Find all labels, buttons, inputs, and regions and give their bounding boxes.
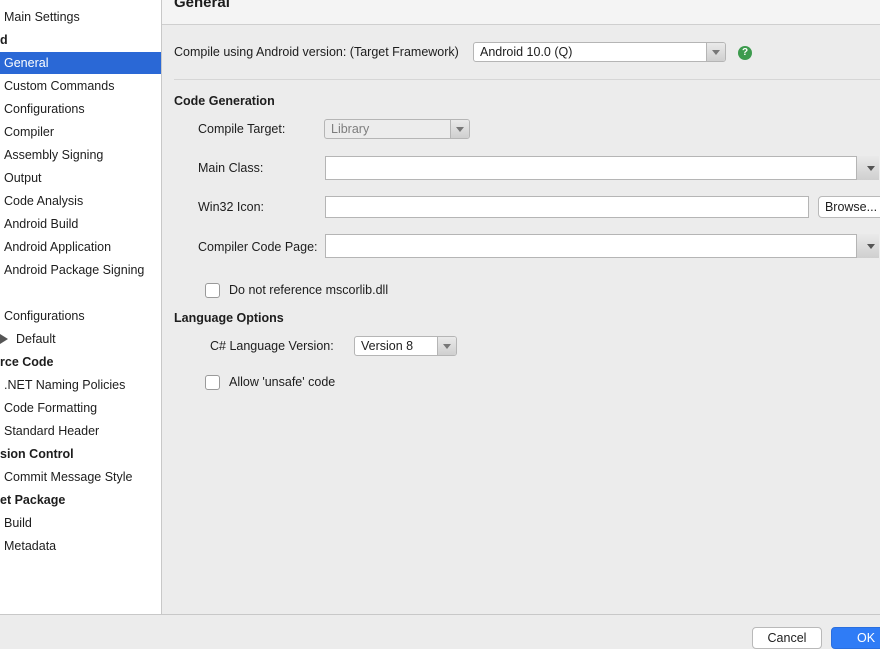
sidebar-item-label: Default bbox=[16, 332, 56, 346]
allow-unsafe-checkbox[interactable] bbox=[205, 375, 220, 390]
chevron-down-icon[interactable] bbox=[856, 156, 879, 180]
sidebar-item-compiler[interactable]: Compiler bbox=[0, 121, 161, 143]
sidebar-item-assembly-signing[interactable]: Assembly Signing bbox=[0, 144, 161, 166]
sidebar-item-label: Assembly Signing bbox=[4, 148, 104, 162]
divider bbox=[174, 79, 880, 80]
sidebar-header-source-code[interactable]: rce Code bbox=[0, 351, 161, 373]
sidebar-header-label: sion Control bbox=[0, 447, 74, 461]
no-mscorlib-checkbox[interactable] bbox=[205, 283, 220, 298]
sidebar-item-label: Standard Header bbox=[4, 424, 100, 438]
sidebar-item-label: Code Analysis bbox=[4, 194, 84, 208]
help-icon[interactable]: ? bbox=[738, 46, 752, 60]
sidebar-item-configurations[interactable]: Configurations bbox=[0, 98, 161, 120]
compile-target-label: Compile Target: bbox=[198, 122, 286, 136]
sidebar-item-build[interactable]: Build bbox=[0, 512, 161, 534]
compiler-code-page-combo[interactable] bbox=[325, 234, 879, 258]
chevron-down-icon[interactable] bbox=[856, 234, 879, 258]
sidebar-item-label: Metadata bbox=[4, 539, 57, 553]
csharp-version-value: Version 8 bbox=[361, 339, 414, 353]
sidebar-item-label: Android Package Signing bbox=[4, 263, 145, 277]
sidebar-item-label: Custom Commands bbox=[4, 79, 115, 93]
sidebar-item-label: Android Build bbox=[4, 217, 79, 231]
sidebar-item-main-settings[interactable]: Main Settings bbox=[0, 6, 161, 28]
win32-icon-input[interactable] bbox=[325, 196, 809, 218]
sidebar-item-default[interactable]: Default bbox=[0, 328, 161, 350]
sidebar-item-run-configurations[interactable]: Configurations bbox=[0, 305, 161, 327]
win32-icon-label: Win32 Icon: bbox=[198, 200, 265, 214]
chevron-down-icon[interactable] bbox=[437, 337, 456, 355]
sidebar-item-android-build[interactable]: Android Build bbox=[0, 213, 161, 235]
target-framework-value: Android 10.0 (Q) bbox=[480, 45, 573, 59]
target-framework-select[interactable]: Android 10.0 (Q) bbox=[473, 42, 726, 62]
sidebar-item-label: Output bbox=[4, 171, 42, 185]
sidebar-item-label: Code Formatting bbox=[4, 401, 98, 415]
sidebar-header-label: et Package bbox=[0, 493, 66, 507]
csharp-version-select[interactable]: Version 8 bbox=[354, 336, 457, 356]
sidebar-item-custom-commands[interactable]: Custom Commands bbox=[0, 75, 161, 97]
sidebar-item-code-analysis[interactable]: Code Analysis bbox=[0, 190, 161, 212]
sidebar-item-commit-message-style[interactable]: Commit Message Style bbox=[0, 466, 161, 488]
browse-button[interactable]: Browse... bbox=[818, 196, 880, 218]
sidebar-item-label: General bbox=[4, 56, 49, 70]
no-mscorlib-label[interactable]: Do not reference mscorlib.dll bbox=[229, 283, 388, 297]
compile-target-value: Library bbox=[331, 122, 370, 136]
sidebar-item-code-formatting[interactable]: Code Formatting bbox=[0, 397, 161, 419]
settings-panel: General Compile using Android version: (… bbox=[162, 0, 880, 614]
sidebar-item-label: Configurations bbox=[4, 309, 85, 323]
sidebar-header-version-control[interactable]: sion Control bbox=[0, 443, 161, 465]
sidebar-item-net-naming-policies[interactable]: .NET Naming Policies bbox=[0, 374, 161, 396]
disclosure-triangle-icon[interactable] bbox=[0, 334, 8, 344]
sidebar-item-label: .NET Naming Policies bbox=[4, 378, 126, 392]
allow-unsafe-label[interactable]: Allow 'unsafe' code bbox=[229, 375, 335, 389]
main-class-label: Main Class: bbox=[198, 161, 264, 175]
compiler-code-page-label: Compiler Code Page: bbox=[198, 240, 318, 254]
sidebar-item-standard-header[interactable]: Standard Header bbox=[0, 420, 161, 442]
sidebar-item-label: Commit Message Style bbox=[4, 470, 133, 484]
target-framework-label: Compile using Android version: (Target F… bbox=[174, 45, 459, 59]
page-title: General bbox=[174, 0, 230, 11]
sidebar-item-android-application[interactable]: Android Application bbox=[0, 236, 161, 258]
sidebar-item-general[interactable]: General bbox=[0, 52, 161, 74]
sidebar-item-output[interactable]: Output bbox=[0, 167, 161, 189]
sidebar-item-label: Configurations bbox=[4, 102, 85, 116]
page-title-bar: General bbox=[162, 0, 880, 25]
sidebar-item-metadata[interactable]: Metadata bbox=[0, 535, 161, 557]
sidebar-item-label: Compiler bbox=[4, 125, 55, 139]
sidebar-item-label: Android Application bbox=[4, 240, 112, 254]
sidebar-item-label: Build bbox=[4, 516, 32, 530]
sidebar-header-nuget-package[interactable]: et Package bbox=[0, 489, 161, 511]
sidebar-header-label: rce Code bbox=[0, 355, 54, 369]
csharp-version-label: C# Language Version: bbox=[210, 339, 334, 353]
sidebar-header-label: d bbox=[0, 33, 8, 47]
chevron-down-icon[interactable] bbox=[450, 120, 469, 138]
chevron-down-icon[interactable] bbox=[706, 43, 725, 61]
sidebar-item-label: Main Settings bbox=[4, 10, 80, 24]
sidebar-item-android-package-signing[interactable]: Android Package Signing bbox=[0, 259, 161, 281]
main-class-combo[interactable] bbox=[325, 156, 879, 180]
compile-target-select[interactable]: Library bbox=[324, 119, 470, 139]
language-options-heading: Language Options bbox=[174, 311, 284, 325]
sidebar-header-build[interactable]: d bbox=[0, 29, 161, 51]
code-generation-heading: Code Generation bbox=[174, 94, 275, 108]
dialog-footer: Cancel OK bbox=[0, 614, 880, 649]
settings-sidebar: Main Settings d General Custom Commands … bbox=[0, 0, 162, 614]
